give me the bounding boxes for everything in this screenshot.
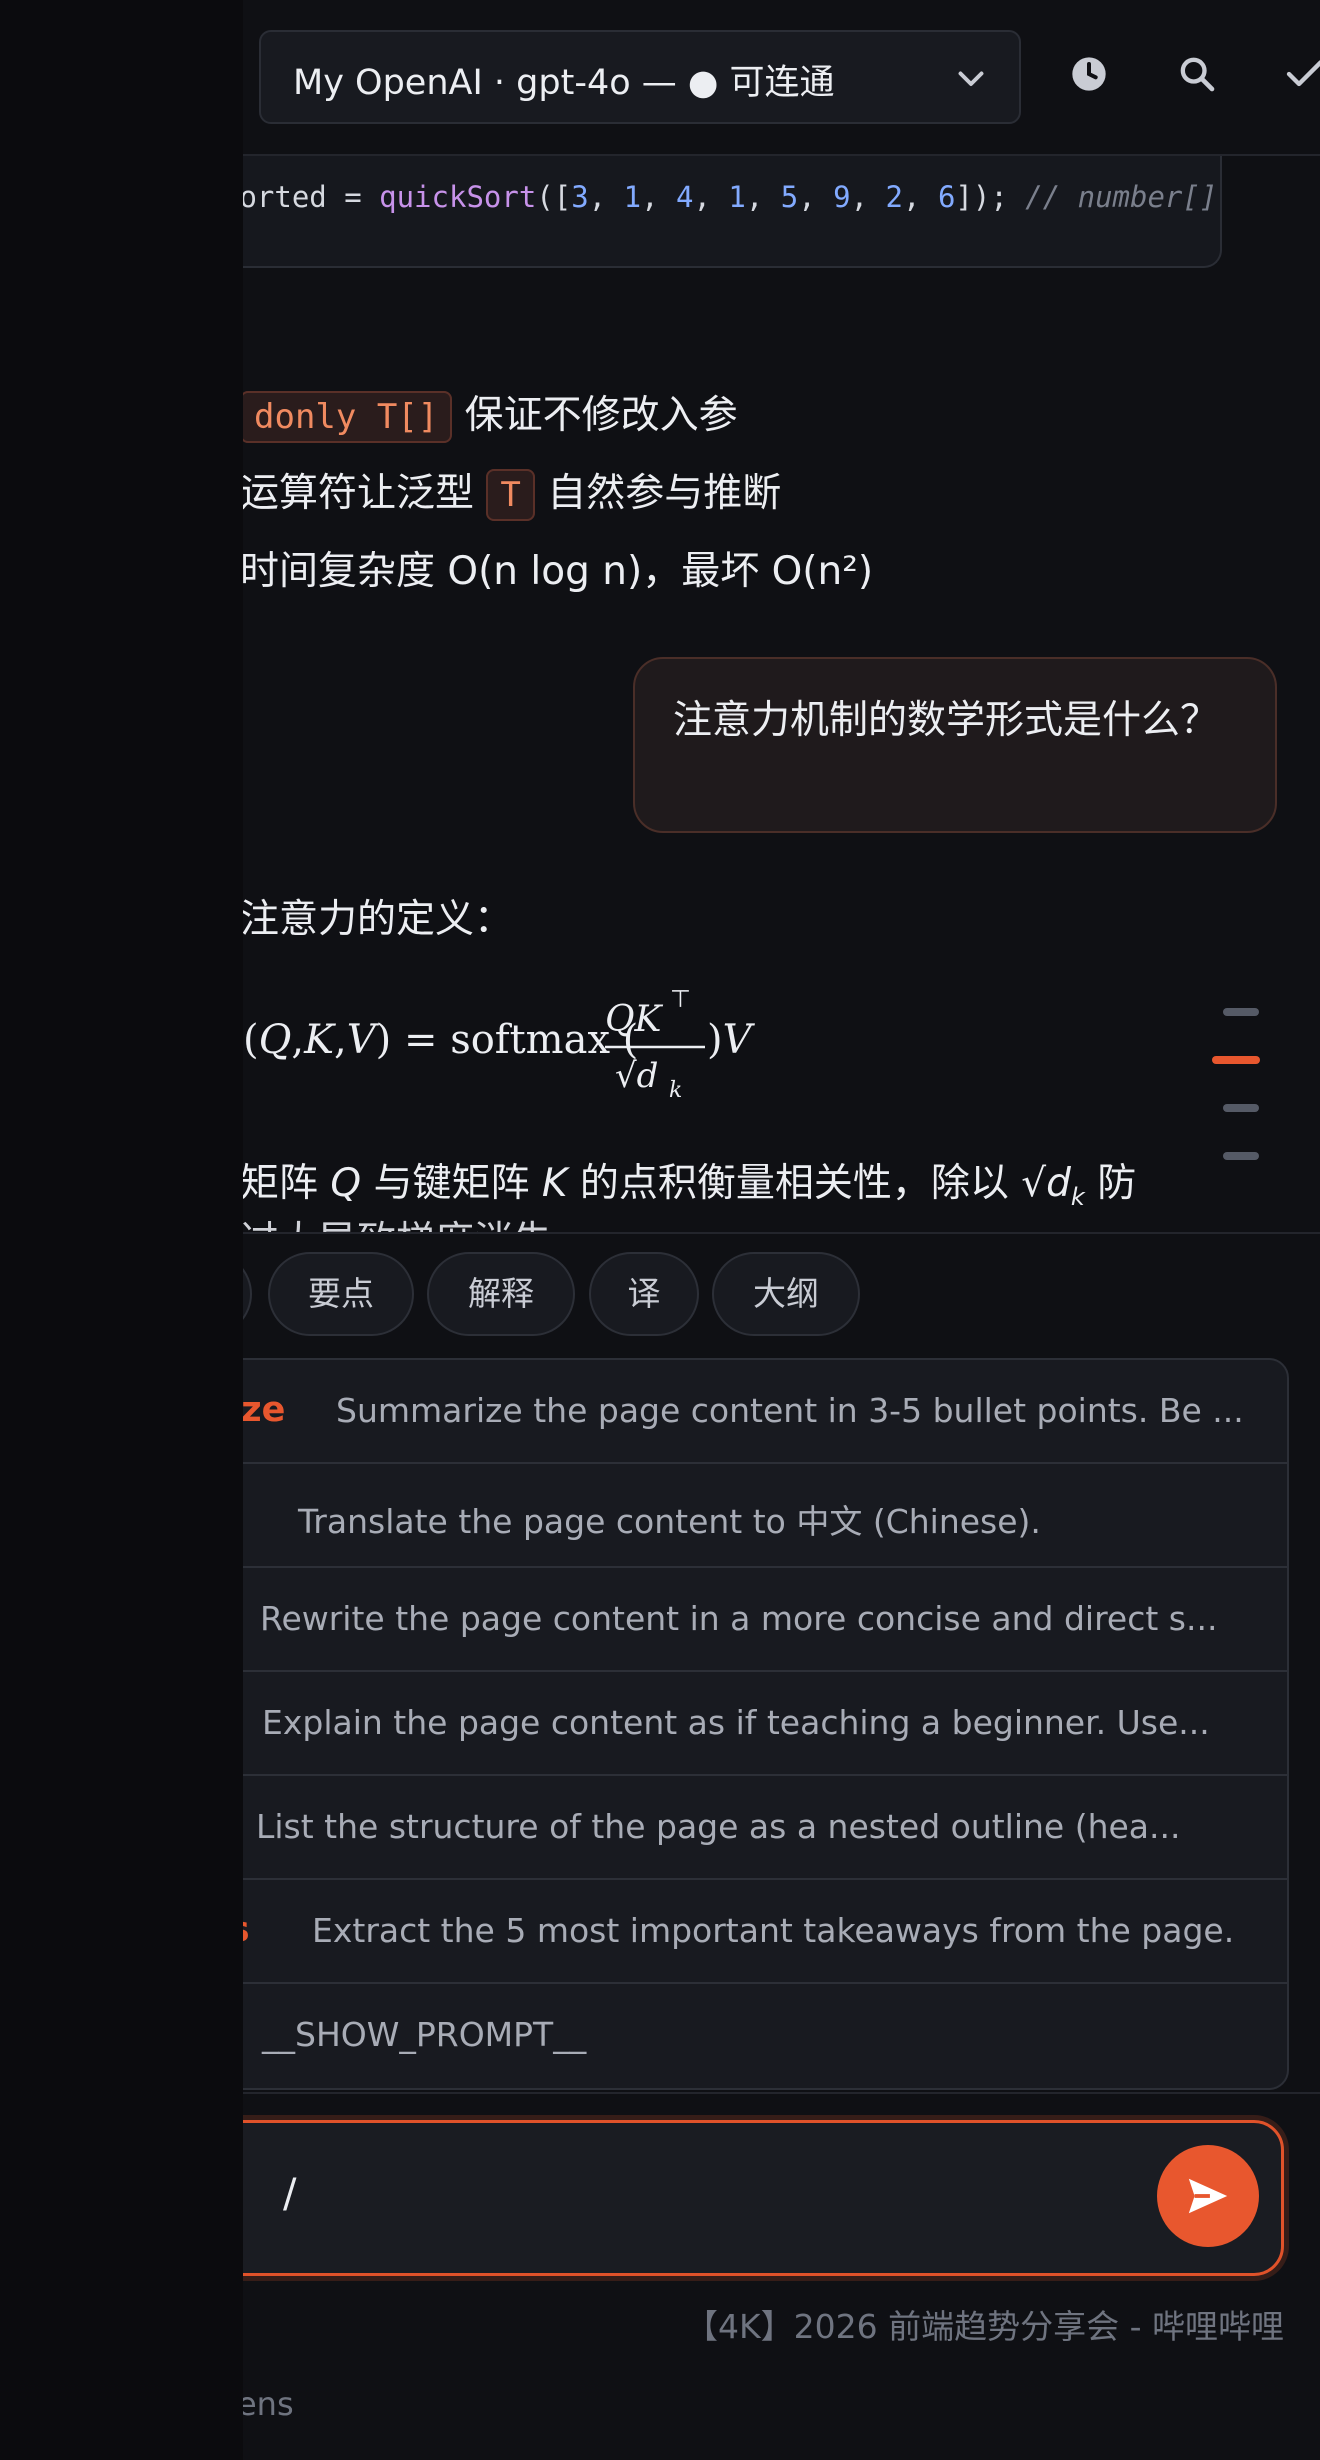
quick-chip-key-points[interactable]: 要点: [268, 1252, 414, 1336]
prompt-option-explain[interactable]: Explain the page content as if teaching …: [202, 1672, 1287, 1776]
prompt-option-rewrite[interactable]: Rewrite the page content in a more conci…: [202, 1568, 1287, 1672]
formula-lhs: (Q,K,V) = softmax (: [243, 1017, 638, 1063]
chat-input-value: /: [283, 2171, 297, 2217]
formula-superscript: ⊤: [670, 985, 691, 1013]
prompt-menu: rize Summarize the page content in 3-5 b…: [200, 1358, 1289, 2090]
quick-chip-outline[interactable]: 大纲: [712, 1252, 860, 1336]
scroll-marker[interactable]: [1223, 1008, 1259, 1016]
scroll-marker[interactable]: [1223, 1104, 1259, 1112]
quick-chip-translate[interactable]: 译: [589, 1252, 699, 1336]
formula-denominator: √d: [615, 1056, 658, 1096]
chat-panel: My OpenAI · gpt-4o — ● 可连通 sorted = quic…: [0, 0, 1320, 2460]
bullet-item: 时间复杂度 O(n log n)，最坏 O(n²): [240, 549, 874, 594]
prompt-description: Rewrite the page content in a more conci…: [260, 1599, 1218, 1638]
prompt-option-outline[interactable]: List the structure of the page as a nest…: [202, 1776, 1287, 1880]
scroll-marker[interactable]: [1223, 1152, 1259, 1160]
model-select-label: My OpenAI · gpt-4o — ● 可连通: [293, 63, 835, 103]
code-line: sorted = quickSort([3, 1, 4, 1, 5, 9, 2,…: [222, 180, 1218, 214]
attention-formula: (Q,K,V) = softmax ( QK ⊤ √d k )V: [243, 985, 756, 1103]
input-divider: [243, 2092, 1320, 2094]
bullet-item: donly T[] 保证不修改入参: [240, 384, 738, 443]
code-block: sorted = quickSort([3, 1, 4, 1, 5, 9, 2,…: [160, 152, 1222, 268]
prompt-option-summarize[interactable]: rize Summarize the page content in 3-5 b…: [202, 1360, 1287, 1464]
send-icon: [1188, 2178, 1228, 2214]
formula-subscript: k: [669, 1078, 682, 1103]
user-message-bubble: 注意力机制的数学形式是什么？: [633, 657, 1277, 833]
answer-explanation-line2: 过大导致梯度消失。: [240, 1212, 591, 1232]
answer-intro: 注意力的定义：: [240, 897, 514, 942]
chevron-down-icon: [958, 71, 984, 86]
prompt-description: __SHOW_PROMPT__: [262, 2015, 587, 2054]
prompt-option-show-prompt[interactable]: __SHOW_PROMPT__: [202, 1984, 1287, 2088]
prompt-description: Translate the page content to 中文 (Chines…: [298, 1502, 1041, 1541]
inline-code: donly T[]: [240, 391, 453, 443]
page-source-title: 【4K】2026 前端趋势分享会 - 哔哩哔哩: [685, 2307, 1284, 2346]
history-icon[interactable]: [1069, 54, 1109, 94]
prompt-description: List the structure of the page as a nest…: [256, 1807, 1181, 1846]
chips-divider: [243, 1232, 1320, 1234]
sidebar-backdrop: [0, 0, 243, 2460]
search-icon[interactable]: [1177, 54, 1217, 94]
inline-code: T: [486, 469, 535, 521]
answer-explanation: 矩阵 Q 与键矩阵 K 的点积衡量相关性，除以 √dk 防: [240, 1161, 1137, 1211]
quick-chip-explain[interactable]: 解释: [427, 1252, 575, 1336]
svg-text:)V: )V: [707, 1017, 756, 1063]
scroll-marker-active[interactable]: [1212, 1056, 1260, 1064]
chat-input[interactable]: /: [180, 2120, 1284, 2276]
prompt-description: Explain the page content as if teaching …: [262, 1703, 1210, 1742]
prompt-option-translate[interactable]: e Translate the page content to 中文 (Chin…: [202, 1464, 1287, 1568]
prompt-description: Summarize the page content in 3-5 bullet…: [336, 1391, 1244, 1430]
formula-numerator: QK: [605, 999, 664, 1040]
model-select[interactable]: My OpenAI · gpt-4o — ● 可连通: [259, 30, 1021, 124]
prompt-description: Extract the 5 most important takeaways f…: [312, 1911, 1235, 1950]
prompt-option-key-points[interactable]: ts Extract the 5 most important takeaway…: [202, 1880, 1287, 1984]
check-icon[interactable]: [1284, 54, 1320, 94]
bullet-item: 运算符让泛型 T 自然参与推断: [240, 462, 781, 521]
send-button[interactable]: [1157, 2145, 1259, 2247]
